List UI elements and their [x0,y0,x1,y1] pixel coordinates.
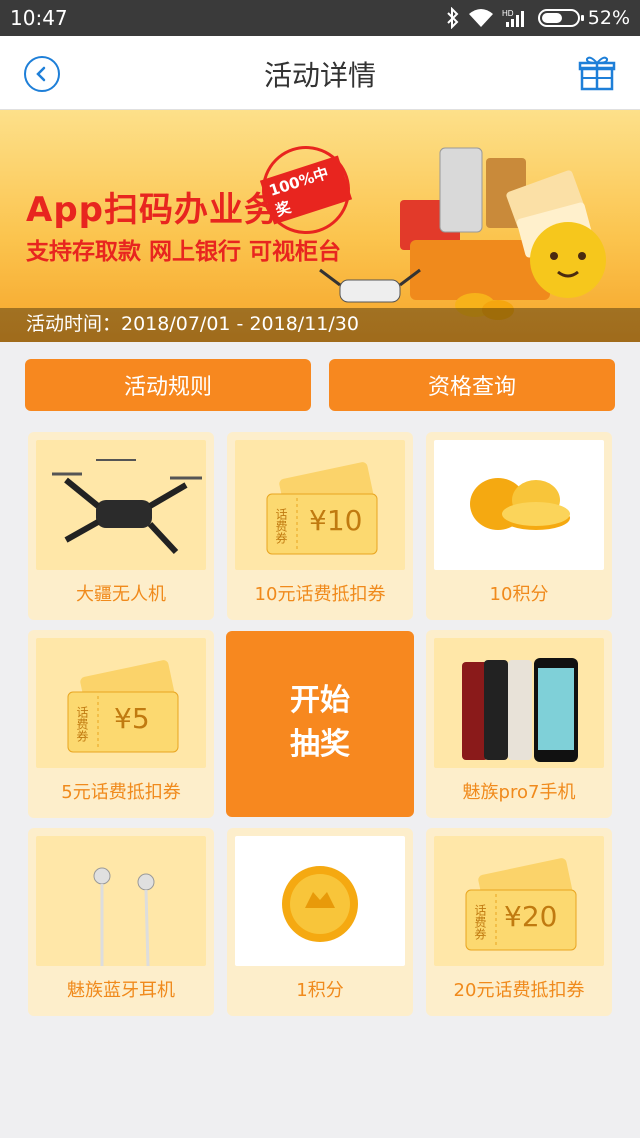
prize-label: 魅族pro7手机 [462,782,576,803]
prize-cell-drone: 大疆无人机 [28,432,214,620]
qualification-button[interactable]: 资格查询 [329,359,615,411]
prize-cell-coupon-5: 话费券 ¥5 5元话费抵扣券 [28,630,214,818]
page-title: 活动详情 [263,59,376,92]
bluetooth-icon [447,7,459,29]
banner-illustration [319,147,606,320]
drone-icon [36,440,206,570]
battery-icon [537,9,584,27]
start-line-1: 开始 [290,683,350,718]
coupon-value: ¥10 [309,504,363,537]
activity-period: 活动时间：2018/07/01 - 2018/11/30 [26,313,359,335]
start-draw-button[interactable]: 开始 抽奖 [226,631,414,817]
coupon-ticket-text: 话费券 [274,508,288,544]
prize-label: 1积分 [296,980,344,1001]
coupon-value: ¥20 [504,900,558,933]
gift-icon[interactable] [578,54,616,92]
prize-cell-earphones: 魅族蓝牙耳机 [28,828,214,1016]
prize-label: 大疆无人机 [76,584,166,605]
prize-cell-points-10: 10积分 [426,432,612,620]
prize-cell-points-1: 1积分 [227,828,413,1016]
banner-subline: 支持存取款 网上银行 可视柜台 [26,239,342,265]
start-line-2: 抽奖 [290,727,350,762]
prize-cell-coupon-10: 话费券 ¥10 10元话费抵扣券 [227,432,413,620]
prize-label: 10元话费抵扣券 [254,584,386,605]
coin-icon [235,836,405,966]
coupon-ticket-text: 话费券 [75,706,89,742]
coupon-ticket-text: 话费券 [473,904,487,940]
earphones-icon [36,836,206,966]
promo-banner[interactable]: 100%中奖 App扫码办业务 支持存取款 网上银行 可视柜台 活动时间：201… [0,110,640,342]
prize-cell-coupon-20: 话费券 ¥20 20元话费抵扣券 [426,828,612,1016]
phone-icon [434,638,604,768]
status-bar: 10:47 HD 52% [0,0,640,36]
svg-text:HD: HD [502,9,514,18]
status-icons: HD 52% [446,6,630,30]
prize-cell-phone: 魅族pro7手机 [426,630,612,818]
prize-label: 魅族蓝牙耳机 [67,980,175,1001]
prize-label: 10积分 [489,584,549,605]
coupon-value: ¥5 [114,702,150,735]
banner-headline: App扫码办业务 [26,190,279,230]
signal-icon: HD [502,9,524,27]
prize-label: 20元话费抵扣券 [453,980,585,1001]
prize-label: 5元话费抵扣券 [61,782,181,803]
nav-bar: 活动详情 [0,36,640,110]
status-time: 10:47 [10,6,68,30]
battery-percent: 52% [587,7,630,29]
rules-button[interactable]: 活动规则 [25,359,311,411]
coins-icon [434,440,604,570]
wifi-icon [468,9,493,27]
